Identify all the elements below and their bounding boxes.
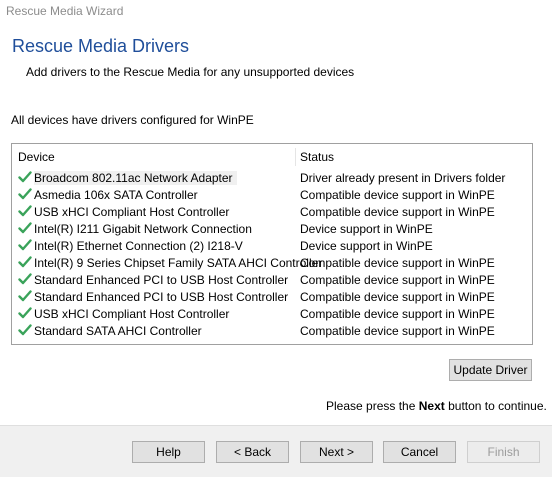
device-status: Compatible device support in WinPE xyxy=(300,273,495,287)
checkmark-icon xyxy=(18,289,32,303)
checkmark-icon xyxy=(18,187,32,201)
back-button[interactable]: < Back xyxy=(216,441,289,463)
device-list[interactable]: Device Status Broadcom 802.11ac Network … xyxy=(11,143,533,345)
column-header-device[interactable]: Device xyxy=(18,150,55,164)
device-status: Device support in WinPE xyxy=(300,239,433,253)
checkmark-icon xyxy=(18,306,32,320)
device-status: Device support in WinPE xyxy=(300,222,433,236)
list-item[interactable]: Intel(R) Ethernet Connection (2) I218-V D… xyxy=(12,237,532,254)
device-status: Compatible device support in WinPE xyxy=(300,188,495,202)
device-name: Intel(R) 9 Series Chipset Family SATA AH… xyxy=(34,256,323,270)
drivers-status-message: All devices have drivers configured for … xyxy=(11,113,254,127)
page-subtitle: Add drivers to the Rescue Media for any … xyxy=(26,65,355,79)
device-name: Intel(R) Ethernet Connection (2) I218-V xyxy=(34,239,243,253)
list-item[interactable]: Standard SATA AHCI Controller Compatible … xyxy=(12,322,532,339)
checkmark-icon xyxy=(18,170,32,184)
device-status: Compatible device support in WinPE xyxy=(300,290,495,304)
list-item[interactable]: USB xHCI Compliant Host Controller Compat… xyxy=(12,203,532,220)
device-status: Compatible device support in WinPE xyxy=(300,307,495,321)
device-status: Compatible device support in WinPE xyxy=(300,256,495,270)
device-name: Standard Enhanced PCI to USB Host Contro… xyxy=(34,290,289,304)
list-item[interactable]: Broadcom 802.11ac Network Adapter Driver … xyxy=(12,169,532,186)
column-separator[interactable] xyxy=(295,148,296,166)
update-driver-button[interactable]: Update Driver xyxy=(449,359,532,381)
checkmark-icon xyxy=(18,272,32,286)
checkmark-icon xyxy=(18,221,32,235)
continue-hint-next: Next xyxy=(418,399,445,413)
continue-hint-suffix: button to continue. xyxy=(448,399,547,413)
device-name: Broadcom 802.11ac Network Adapter xyxy=(34,171,237,185)
device-name: Asmedia 106x SATA Controller xyxy=(34,188,198,202)
list-item[interactable]: Intel(R) I211 Gigabit Network Connection… xyxy=(12,220,532,237)
device-status: Compatible device support in WinPE xyxy=(300,324,495,338)
device-name: USB xHCI Compliant Host Controller xyxy=(34,307,230,321)
window-title: Rescue Media Wizard xyxy=(6,4,124,18)
list-item[interactable]: Standard Enhanced PCI to USB Host Contro… xyxy=(12,288,532,305)
device-status: Driver already present in Drivers folder xyxy=(300,171,506,185)
list-item[interactable]: USB xHCI Compliant Host Controller Compat… xyxy=(12,305,532,322)
checkmark-icon xyxy=(18,255,32,269)
next-button[interactable]: Next > xyxy=(300,441,373,463)
list-item[interactable]: Intel(R) 9 Series Chipset Family SATA AH… xyxy=(12,254,532,271)
device-name: Standard SATA AHCI Controller xyxy=(34,324,202,338)
checkmark-icon xyxy=(18,323,32,337)
device-name: Standard Enhanced PCI to USB Host Contro… xyxy=(34,273,289,287)
cancel-button[interactable]: Cancel xyxy=(383,441,456,463)
list-header: Device Status xyxy=(12,144,532,168)
help-button[interactable]: Help xyxy=(132,441,205,463)
list-item[interactable]: Standard Enhanced PCI to USB Host Contro… xyxy=(12,271,532,288)
list-item[interactable]: Asmedia 106x SATA Controller Compatible d… xyxy=(12,186,532,203)
checkmark-icon xyxy=(18,204,32,218)
device-name: Intel(R) I211 Gigabit Network Connection xyxy=(34,222,252,236)
finish-button[interactable]: Finish xyxy=(467,441,540,463)
device-status: Compatible device support in WinPE xyxy=(300,205,495,219)
page-title: Rescue Media Drivers xyxy=(12,36,190,56)
continue-hint: Please press the Next button to continue… xyxy=(326,399,547,413)
continue-hint-prefix: Please press the xyxy=(326,399,416,413)
column-header-status[interactable]: Status xyxy=(300,150,334,164)
checkmark-icon xyxy=(18,238,32,252)
device-name: USB xHCI Compliant Host Controller xyxy=(34,205,230,219)
